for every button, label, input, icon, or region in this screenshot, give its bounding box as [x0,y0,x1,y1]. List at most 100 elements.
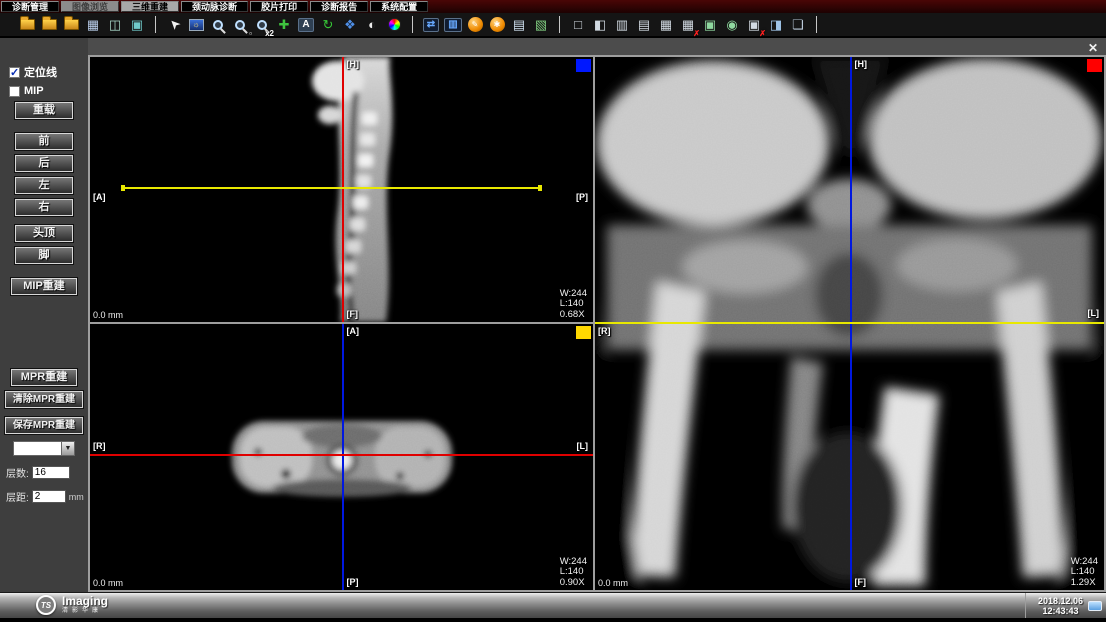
folder-glyph [20,19,35,30]
sync-scroll-icon[interactable]: ▥ [442,14,464,36]
zoom-region-tool-icon[interactable]: ▫ [229,14,251,36]
mip-checkbox[interactable]: MIP [9,85,88,97]
close-button[interactable]: ✕ [1088,41,1098,55]
toolbar-separator [816,16,817,33]
layout-single-icon[interactable]: □ [567,14,589,36]
orientation-label: [L] [577,441,589,451]
annotation-tools-icon[interactable]: ✱ [486,14,508,36]
pseudo-color-icon[interactable] [383,14,405,36]
axial-horizontal-localizer-line[interactable] [90,454,593,456]
layout-reset-icon[interactable]: ▦✗ [677,14,699,36]
tab-diagnosis-management[interactable]: 诊断管理 [1,1,59,12]
volume-3d-view-icon[interactable]: ▣ [126,14,148,36]
right-button[interactable]: 右 [15,199,73,216]
panel-sagittal[interactable]: [H] [F] [A] [P] 0.0 mm W:244 L:140 0.68X [90,57,593,322]
zoom-tool-icon[interactable] [207,14,229,36]
invert-contrast-icon[interactable]: ◐ [361,14,383,36]
tab-film-print[interactable]: 胶片打印 [250,1,308,12]
glyph: ◉ [726,18,737,31]
orientation-label: [F] [855,577,867,587]
panel-coronal[interactable]: [H] [F] [R] [L] 0.0 mm W:244 L:140 1.29X [595,57,1104,590]
layer-count-input[interactable] [32,466,70,479]
fit-to-window-icon[interactable]: ❖ [339,14,361,36]
mpr-save-button[interactable]: 保存MPR重建 [5,417,83,434]
input-method-icon[interactable] [1088,601,1102,611]
orientation-label: [L] [1088,308,1100,318]
tab-diagnosis-report[interactable]: 诊断报告 [310,1,368,12]
series-grid-view-icon[interactable]: ▦ [82,14,104,36]
export-image-icon[interactable]: ▧ [530,14,552,36]
glyph: ▧ [535,18,547,31]
orb-glyph: ✎ [468,17,483,32]
panel-axial[interactable]: [A] [P] [R] [L] 0.0 mm W:244 L:140 0.90X [90,324,593,590]
glyph: ◐ [368,18,376,31]
layout-one-two-icon[interactable]: ◧ [589,14,611,36]
glyph: ◫ [109,18,121,31]
sagittal-series-marker [576,59,591,72]
layout-two-rows-icon[interactable]: ▤ [633,14,655,36]
tab-carotid-diagnosis[interactable]: 颈动脉诊断 [181,1,248,12]
mpr-clear-button[interactable]: 清除MPR重建 [5,391,83,408]
ruler-readout: 0.0 mm [93,310,123,320]
orientation-label: [H] [347,59,360,69]
mag-glyph [213,20,223,30]
measure-tool-icon[interactable]: ✎ [464,14,486,36]
pan-tool-icon[interactable]: ✚ [273,14,295,36]
open-study-folder-icon[interactable] [16,14,38,36]
folder-glyph [42,19,57,30]
toggle-side-panel-icon[interactable]: ◨ [765,14,787,36]
status-bar: TS Imaging 清影华康 2018.12.06 12:43:43 [0,592,1106,618]
mag-glyph [257,20,267,30]
front-button[interactable]: 前 [15,133,73,150]
sagittal-horizontal-localizer-line[interactable] [123,187,541,189]
roi-ellipse-icon[interactable]: ◉ [721,14,743,36]
monitor-glyph: ☼ [189,19,204,31]
logo-subtitle: 清影华康 [62,607,108,615]
level-value: L:140 [560,299,587,310]
coronal-horizontal-localizer-line[interactable] [595,322,1104,324]
split-window-view-icon[interactable]: ◫ [104,14,126,36]
foot-button[interactable]: 脚 [15,247,73,264]
window-display-icon[interactable]: ☼ [185,14,207,36]
back-button[interactable]: 后 [15,155,73,172]
glyph: ▣ [131,18,143,31]
orientation-label: [R] [93,441,106,451]
clock-area: 2018.12.06 12:43:43 [1025,593,1102,618]
mip-rebuild-button[interactable]: MIP重建 [11,278,77,295]
mpr-rebuild-button[interactable]: MPR重建 [11,369,77,386]
orientation-label: [P] [576,192,588,202]
glyph: ▣ [704,18,716,31]
window-level-readout: W:244 L:140 0.90X [560,557,587,589]
tab-3d-reconstruction[interactable]: 三维重建 [121,1,179,12]
open-series-folder-icon[interactable] [38,14,60,36]
ruler-readout: 0.0 mm [93,578,123,588]
mpr-preset-dropdown[interactable]: ▼ [13,441,75,456]
glyph: ⇄ [423,18,439,32]
checkbox-box-icon [9,86,20,97]
wheel-glyph [388,18,401,31]
axial-vertical-localizer-line[interactable] [342,324,344,590]
left-button[interactable]: 左 [15,177,73,194]
zoom-2x-tool-icon[interactable]: x2 [251,14,273,36]
layer-spacing-input[interactable] [32,490,66,503]
refresh-reset-icon[interactable]: ↻ [317,14,339,36]
locator-lines-checkbox[interactable]: 定位线 [9,64,88,80]
link-series-icon[interactable]: ⇄ [420,14,442,36]
glyph: ▥ [444,18,461,32]
tab-image-browse[interactable]: 图像浏览 [61,1,119,12]
roi-rectangle-icon[interactable]: ▣ [699,14,721,36]
cascade-windows-icon[interactable]: ❏ [787,14,809,36]
tab-system-config[interactable]: 系统配置 [370,1,428,12]
reload-button[interactable]: 重载 [15,102,73,119]
layer-spacing-label: 层距: [6,489,29,504]
text-annotation-tool-icon[interactable]: A [295,14,317,36]
head-button[interactable]: 头顶 [15,225,73,242]
open-image-folder-icon[interactable] [60,14,82,36]
layout-grid-2x2-icon[interactable]: ▦ [655,14,677,36]
roi-delete-icon[interactable]: ▣✗ [743,14,765,36]
layout-two-columns-icon[interactable]: ▥ [611,14,633,36]
pointer-tool-icon[interactable]: ➤ [163,14,185,36]
report-preview-icon[interactable]: ▤ [508,14,530,36]
level-value: L:140 [1071,567,1098,578]
sagittal-vertical-localizer-line[interactable] [342,57,344,322]
